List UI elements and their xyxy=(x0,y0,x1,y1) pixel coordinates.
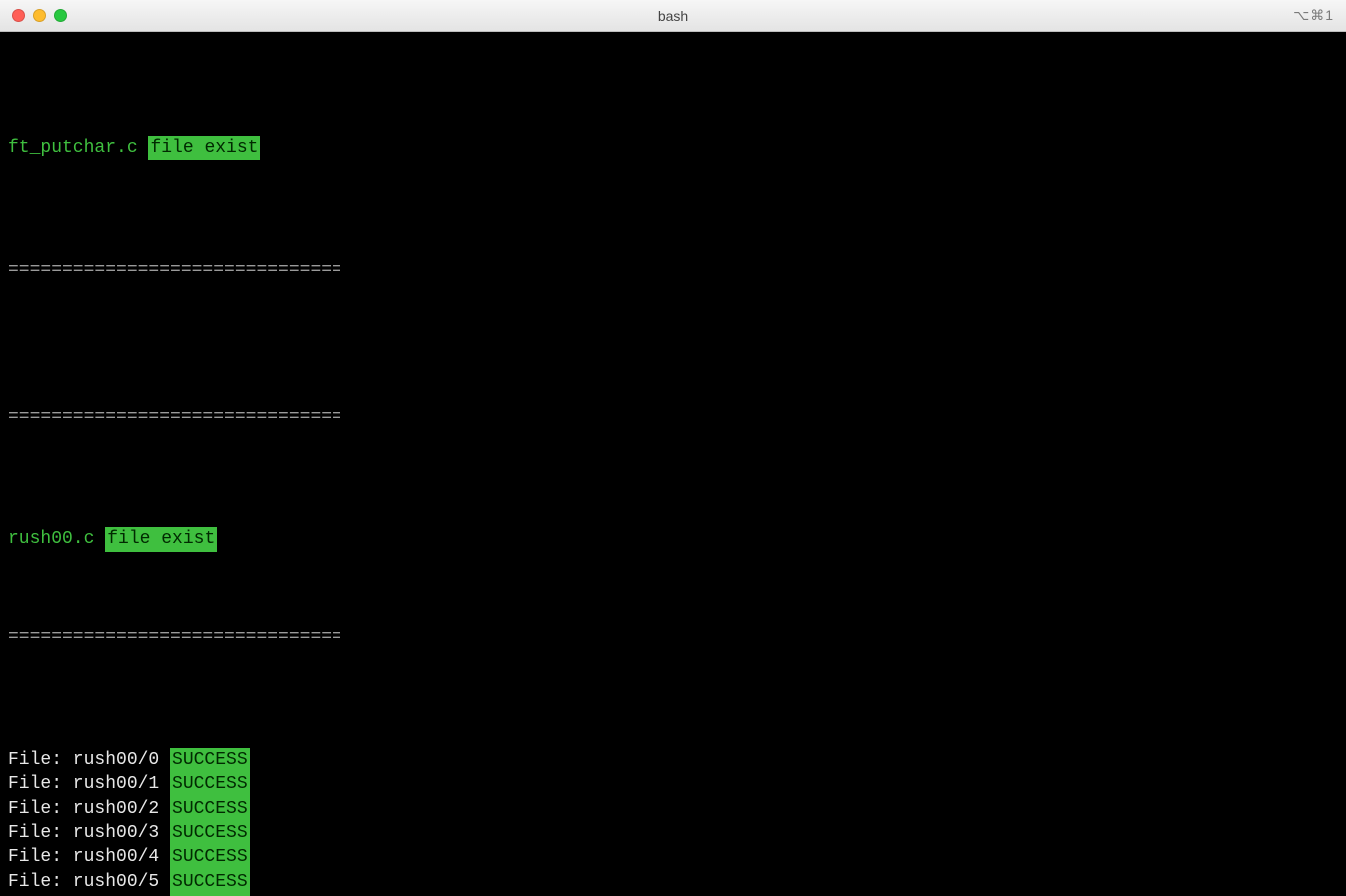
test-result-row: File: rush00/4 SUCCESS xyxy=(8,845,1338,869)
traffic-lights xyxy=(12,9,67,22)
minimize-icon[interactable] xyxy=(33,9,46,22)
terminal-viewport[interactable]: ft_putchar.c file exist ================… xyxy=(0,32,1346,896)
test-results-list: File: rush00/0 SUCCESS File: rush00/1 SUCCE… xyxy=(8,748,1338,896)
test-result-row: File: rush00/3 SUCCESS xyxy=(8,821,1338,845)
test-result-row: File: rush00/1 SUCCESS xyxy=(8,772,1338,796)
separator-row: ================================= xyxy=(8,625,340,649)
test-status-badge: SUCCESS xyxy=(170,845,250,869)
test-result-row: File: rush00/2 SUCCESS xyxy=(8,797,1338,821)
test-status-badge: SUCCESS xyxy=(170,748,250,772)
check-line-1: ft_putchar.c file exist xyxy=(8,136,1338,160)
check-line-2: rush00.c file exist xyxy=(8,527,1338,551)
filename-2: rush00.c xyxy=(8,527,94,551)
test-label: File: rush00/4 xyxy=(8,845,159,869)
zoom-icon[interactable] xyxy=(54,9,67,22)
test-status-badge: SUCCESS xyxy=(170,870,250,894)
blank-row xyxy=(8,332,1338,356)
close-icon[interactable] xyxy=(12,9,25,22)
separator-row: ================================= xyxy=(8,405,340,429)
window-titlebar[interactable]: bash ⌥⌘1 xyxy=(0,0,1346,32)
test-label: File: rush00/0 xyxy=(8,748,159,772)
test-label: File: rush00/5 xyxy=(8,870,159,894)
test-result-row: File: rush00/5 SUCCESS xyxy=(8,870,1338,894)
window-shortcut-label: ⌥⌘1 xyxy=(1293,7,1334,24)
test-status-badge: SUCCESS xyxy=(170,797,250,821)
test-status-badge: SUCCESS xyxy=(170,772,250,796)
test-status-badge: SUCCESS xyxy=(170,821,250,845)
window-title: bash xyxy=(0,8,1346,24)
test-result-row: File: rush00/0 SUCCESS xyxy=(8,748,1338,772)
separator-row: ================================= xyxy=(8,258,340,282)
status-badge-2: file exist xyxy=(105,527,217,551)
test-label: File: rush00/3 xyxy=(8,821,159,845)
test-label: File: rush00/2 xyxy=(8,797,159,821)
filename-1: ft_putchar.c xyxy=(8,136,138,160)
test-label: File: rush00/1 xyxy=(8,772,159,796)
status-badge-1: file exist xyxy=(148,136,260,160)
